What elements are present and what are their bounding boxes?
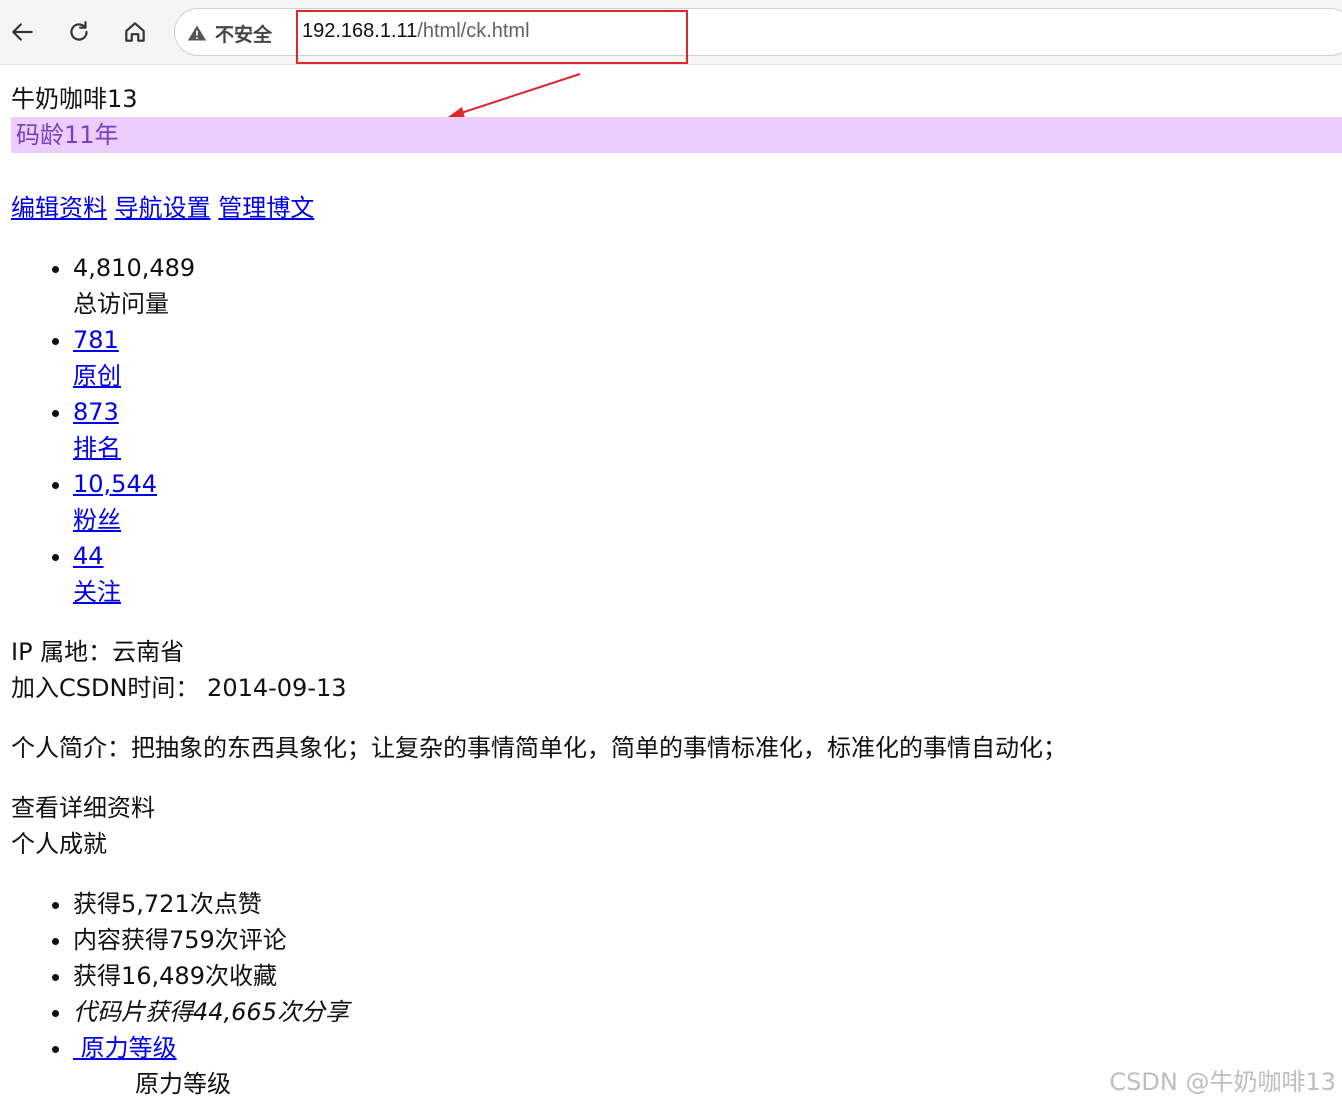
reload-icon bbox=[70, 21, 88, 41]
stat-label: 总访问量 bbox=[73, 290, 169, 318]
url-highlight-box bbox=[296, 10, 688, 64]
csdn-watermark: CSDN @牛奶咖啡13 bbox=[1109, 1068, 1336, 1096]
home-icon bbox=[125, 22, 145, 42]
back-button[interactable] bbox=[5, 14, 41, 50]
manage-posts-link[interactable]: 管理博文 bbox=[218, 194, 314, 222]
stat-value-link[interactable]: 10,544 bbox=[73, 470, 157, 498]
nav-settings-link[interactable]: 导航设置 bbox=[115, 194, 211, 222]
security-indicator[interactable]: 不安全 bbox=[187, 18, 272, 48]
stat-value: 4,810,489 bbox=[73, 254, 196, 282]
stat-item-fans: 10,544 粉丝 bbox=[73, 466, 1342, 538]
level-item: 原力等级 bbox=[73, 1030, 1342, 1066]
code-age-badge: 码龄11年 bbox=[11, 117, 1342, 153]
stat-value-link[interactable]: 873 bbox=[73, 398, 119, 426]
profile-links: 编辑资料 导航设置 管理博文 bbox=[11, 190, 1342, 226]
level-link[interactable]: 原力等级 bbox=[73, 1034, 177, 1062]
security-label: 不安全 bbox=[215, 23, 273, 46]
ip-location: IP 属地：云南省 bbox=[11, 638, 185, 666]
achievements-list: 获得5,721次点赞 内容获得759次评论 获得16,489次收藏 代码片获得4… bbox=[11, 886, 1342, 1066]
profile-intro: 个人简介：把抽象的东西具象化；让复杂的事情简单化，简单的事情标准化，标准化的事情… bbox=[11, 734, 1067, 762]
join-date: 加入CSDN时间： 2014-09-13 bbox=[11, 674, 347, 702]
stat-label-link[interactable]: 粉丝 bbox=[73, 506, 121, 534]
stat-value-link[interactable]: 44 bbox=[73, 542, 104, 570]
stat-item-original: 781 原创 bbox=[73, 322, 1342, 394]
blog-name: 牛奶咖啡13 bbox=[11, 85, 138, 113]
stat-label-link[interactable]: 排名 bbox=[73, 434, 121, 462]
page-content: 牛奶咖啡13 码龄11年 编辑资料 导航设置 管理博文 4,810,489 总访… bbox=[11, 64, 1342, 1102]
stat-item-following: 44 关注 bbox=[73, 538, 1342, 610]
back-arrow-icon bbox=[12, 23, 33, 41]
stat-label-link[interactable]: 原创 bbox=[73, 362, 121, 390]
home-button[interactable] bbox=[117, 14, 153, 50]
profile-info: IP 属地：云南省 加入CSDN时间： 2014-09-13 bbox=[11, 634, 1342, 706]
achievement-item: 代码片获得44,665次分享 bbox=[73, 994, 1342, 1030]
achievement-item: 获得16,489次收藏 bbox=[73, 958, 1342, 994]
reload-button[interactable] bbox=[61, 14, 97, 50]
achievements-title: 个人成就 bbox=[11, 830, 107, 858]
warning-icon bbox=[187, 25, 207, 41]
achievement-item: 内容获得759次评论 bbox=[73, 922, 1342, 958]
view-detail-text: 查看详细资料 bbox=[11, 794, 155, 822]
stat-label-link[interactable]: 关注 bbox=[73, 578, 121, 606]
stats-list: 4,810,489 总访问量 781 原创 873 排名 10,544 粉丝 4… bbox=[11, 250, 1342, 610]
edit-profile-link[interactable]: 编辑资料 bbox=[11, 194, 107, 222]
stat-item-rank: 873 排名 bbox=[73, 394, 1342, 466]
stat-item-visits: 4,810,489 总访问量 bbox=[73, 250, 1342, 322]
achievement-item: 获得5,721次点赞 bbox=[73, 886, 1342, 922]
stat-value-link[interactable]: 781 bbox=[73, 326, 119, 354]
